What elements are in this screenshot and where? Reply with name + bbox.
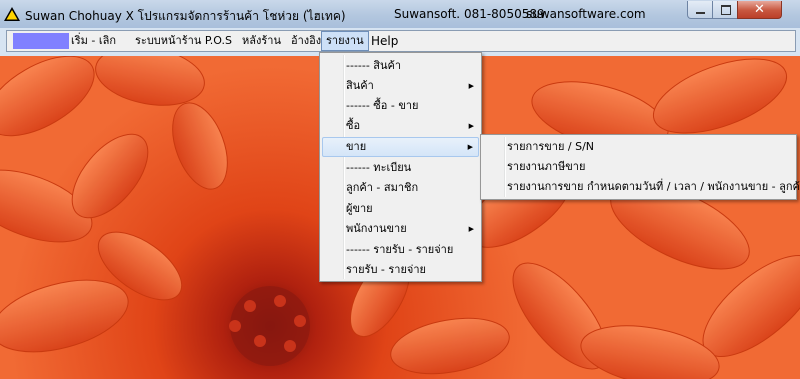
menu-backoffice[interactable]: หลังร้าน (238, 31, 285, 51)
menu-item-sales[interactable]: ขาย ▶ (322, 137, 479, 157)
menu-reference[interactable]: อ้างอิง (287, 31, 325, 51)
submenu-arrow-icon: ▶ (468, 225, 474, 233)
menu-item-label: ขาย (346, 140, 367, 153)
menu-label-buy-sell-section: ------ ซื้อ - ขาย (346, 99, 419, 112)
menu-item-income-expense[interactable]: รายรับ - รายจ่าย (322, 260, 479, 280)
close-button[interactable]: ✕ (737, 1, 782, 19)
menu-item-sales-report-by-date[interactable]: รายงานการขาย กำหนดตามวันที่ / เวลา / พนั… (483, 177, 800, 197)
menu-item-label: พนักงานขาย (346, 222, 407, 235)
vendor-website: suwansoftware.com (526, 7, 646, 21)
menu-reports[interactable]: รายงาน (321, 31, 369, 51)
sales-submenu: รายการขาย / S/N รายงานภาษีขาย รายงานการข… (480, 134, 800, 200)
menu-item-customers-members[interactable]: ลูกค้า - สมาชิก (322, 178, 479, 198)
minimize-button[interactable] (687, 1, 713, 19)
menu-help[interactable]: Help (367, 31, 402, 51)
menu-item-suppliers[interactable]: ผู้ขาย (322, 199, 479, 219)
menu-logo-block (13, 33, 69, 49)
submenu-arrow-icon: ▶ (467, 143, 473, 151)
menu-item-sales-tax-report[interactable]: รายงานภาษีขาย (483, 157, 794, 177)
menu-label-registry-section: ------ ทะเบียน (346, 161, 412, 174)
close-icon: ✕ (754, 2, 765, 17)
menu-item-label: สินค้า (346, 79, 374, 92)
window-title: Suwan Chohuay X โปรแกรมจัดการร้านค้า โชห… (25, 9, 346, 23)
maximize-button[interactable] (712, 1, 738, 19)
menu-pos[interactable]: ระบบหน้าร้าน P.O.S (131, 31, 236, 51)
warning-triangle-icon (4, 7, 20, 21)
menu-label-income-expense-section: ------ รายรับ - รายจ่าย (346, 243, 454, 256)
menu-item-products[interactable]: สินค้า ▶ (322, 76, 479, 96)
title-bar[interactable]: Suwan Chohuay X โปรแกรมจัดการร้านค้า โชห… (0, 0, 800, 29)
menu-item-label: ซื้อ (346, 119, 361, 132)
menu-start-stop[interactable]: เริ่ม - เลิก (67, 31, 120, 51)
submenu-arrow-icon: ▶ (468, 82, 474, 90)
menu-bar: เริ่ม - เลิก ระบบหน้าร้าน P.O.S หลังร้าน… (6, 30, 796, 52)
submenu-arrow-icon: ▶ (468, 122, 474, 130)
menu-label-products-section: ------ สินค้า (346, 59, 402, 72)
menu-item-sales-list-sn[interactable]: รายการขาย / S/N (483, 137, 794, 157)
reports-dropdown: ------ สินค้า สินค้า ▶ ------ ซื้อ - ขาย… (319, 52, 482, 282)
menu-item-salespersons[interactable]: พนักงานขาย ▶ (322, 219, 479, 239)
vendor-contact: Suwansoft. 081-8050589 (394, 7, 545, 21)
menu-item-purchase[interactable]: ซื้อ ▶ (322, 116, 479, 136)
